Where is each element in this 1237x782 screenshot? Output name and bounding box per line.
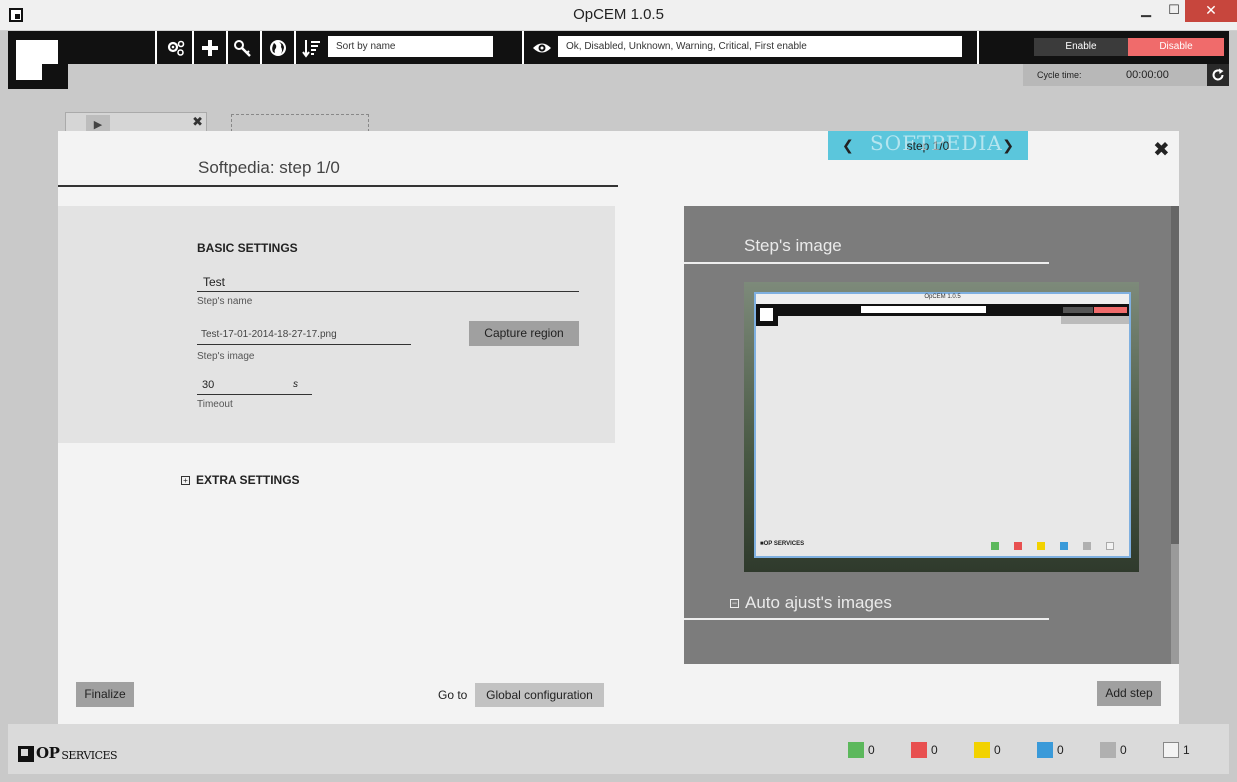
status-counter-critical[interactable]: 0	[911, 742, 938, 758]
status-swatch-unknown	[1037, 742, 1053, 758]
settings-icon[interactable]	[164, 36, 188, 60]
disable-button[interactable]: Disable	[1128, 38, 1224, 56]
step-image-field[interactable]: Test-17-01-2014-18-27-17.png	[197, 329, 411, 345]
enable-button[interactable]: Enable	[1034, 38, 1128, 56]
expand-icon[interactable]: +	[181, 475, 190, 485]
status-counter-warning[interactable]: 0	[974, 742, 1001, 758]
eye-icon[interactable]	[530, 36, 554, 60]
window-title: OpCEM 1.0.5	[573, 6, 664, 23]
global-configuration-button[interactable]: Global configuration	[475, 683, 604, 707]
toolbar-divider	[226, 31, 228, 64]
step-navigator: ❮ step 1/0 ❯	[828, 131, 1028, 160]
step-name-field[interactable]: Test	[197, 275, 579, 292]
extra-settings-toggle[interactable]: + EXTRA SETTINGS	[181, 473, 300, 487]
cycle-time: Cycle time: 00:00:00	[1023, 64, 1207, 86]
basic-settings-heading: BASIC SETTINGS	[197, 241, 298, 255]
preview-window-title: OpCEM 1.0.5	[756, 294, 1129, 304]
status-count-first-enable: 1	[1183, 743, 1190, 757]
title-divider	[58, 185, 618, 187]
dialog-title: Softpedia: step 1/0	[198, 158, 340, 177]
goto-label: Go to	[438, 688, 468, 702]
toolbar-divider	[260, 31, 262, 64]
heading-divider	[684, 262, 1049, 264]
toolbar-divider	[522, 31, 524, 64]
step-dialog: Softpedia: step 1/0 ✖ ❮ step 1/0 ❯ SOFTP…	[58, 131, 1179, 724]
status-count-disabled: 0	[1120, 743, 1127, 757]
toolbar-divider	[977, 31, 979, 64]
op-services-logo: OP SERVICES	[18, 744, 118, 762]
close-window-button[interactable]: ✕	[1185, 0, 1237, 22]
add-icon[interactable]	[198, 36, 222, 60]
close-dialog-icon[interactable]: ✖	[1153, 137, 1170, 162]
timeout-unit: s	[293, 379, 298, 390]
prev-step-icon[interactable]: ❮	[842, 137, 854, 154]
next-step-icon[interactable]: ❯	[1002, 137, 1014, 154]
step-image-preview: OpCEM 1.0.5 ■OP SERVICES	[744, 282, 1139, 572]
status-count-unknown: 0	[1057, 743, 1064, 757]
status-swatch-warning	[974, 742, 990, 758]
toolbar: Sort by name Ok, Disabled, Unknown, Warn…	[8, 31, 1229, 64]
status-count-ok: 0	[868, 743, 875, 757]
sort-icon[interactable]	[300, 36, 324, 60]
status-counter-ok[interactable]: 0	[848, 742, 875, 758]
capture-region-button[interactable]: Capture region	[469, 321, 579, 346]
step-nav-label: step 1/0	[906, 138, 950, 153]
step-name-label: Step's name	[197, 296, 253, 307]
status-counter-unknown[interactable]: 0	[1037, 742, 1064, 758]
minimize-button[interactable]: ▁	[1131, 0, 1161, 22]
status-swatch-critical	[911, 742, 927, 758]
status-swatch-disabled	[1100, 742, 1116, 758]
status-bar: OP SERVICES 0 0 0 0 0 1	[8, 724, 1229, 774]
cycle-time-label: Cycle time:	[1037, 70, 1082, 80]
status-filter-field[interactable]: Ok, Disabled, Unknown, Warning, Critical…	[558, 36, 962, 57]
step-image-heading: Step's image	[744, 236, 842, 255]
key-icon[interactable]	[231, 36, 255, 60]
status-swatch-first-enable	[1163, 742, 1179, 758]
add-step-button[interactable]: Add step	[1097, 681, 1161, 706]
panel-scrollbar-track[interactable]	[1171, 544, 1179, 664]
globe-icon[interactable]	[266, 36, 290, 60]
step-image-panel: Step's image OpCEM 1.0.5 ■OP SERVICES − …	[684, 206, 1173, 664]
app-logo	[8, 31, 68, 89]
panel-scrollbar-thumb[interactable]	[1171, 206, 1179, 544]
step-card[interactable]: ▶ ✖	[65, 112, 207, 133]
status-count-warning: 0	[994, 743, 1001, 757]
toolbar-divider	[192, 31, 194, 64]
toolbar-divider	[294, 31, 296, 64]
extra-settings-heading: EXTRA SETTINGS	[196, 473, 300, 487]
status-swatch-ok	[848, 742, 864, 758]
status-count-critical: 0	[931, 743, 938, 757]
auto-adjust-toggle[interactable]: − Auto ajust's images	[730, 593, 892, 613]
cycle-time-value: 00:00:00	[1126, 69, 1169, 81]
new-step-placeholder[interactable]	[231, 114, 369, 132]
sort-select[interactable]: Sort by name	[328, 36, 493, 57]
auto-adjust-heading: Auto ajust's images	[745, 593, 892, 612]
heading-divider	[684, 618, 1049, 620]
finalize-button[interactable]: Finalize	[76, 682, 134, 707]
title-bar: OpCEM 1.0.5 ▁ ☐ ✕	[0, 0, 1237, 31]
status-counter-first-enable[interactable]: 1	[1163, 742, 1190, 758]
status-counter-disabled[interactable]: 0	[1100, 742, 1127, 758]
close-icon[interactable]: ✖	[192, 114, 203, 130]
timeout-label: Timeout	[197, 399, 233, 410]
basic-settings-panel: BASIC SETTINGS Test Step's name Test-17-…	[58, 206, 615, 443]
refresh-icon[interactable]	[1207, 64, 1229, 86]
toolbar-divider	[155, 31, 157, 64]
step-image-label: Step's image	[197, 351, 255, 362]
collapse-icon[interactable]: −	[730, 598, 739, 608]
